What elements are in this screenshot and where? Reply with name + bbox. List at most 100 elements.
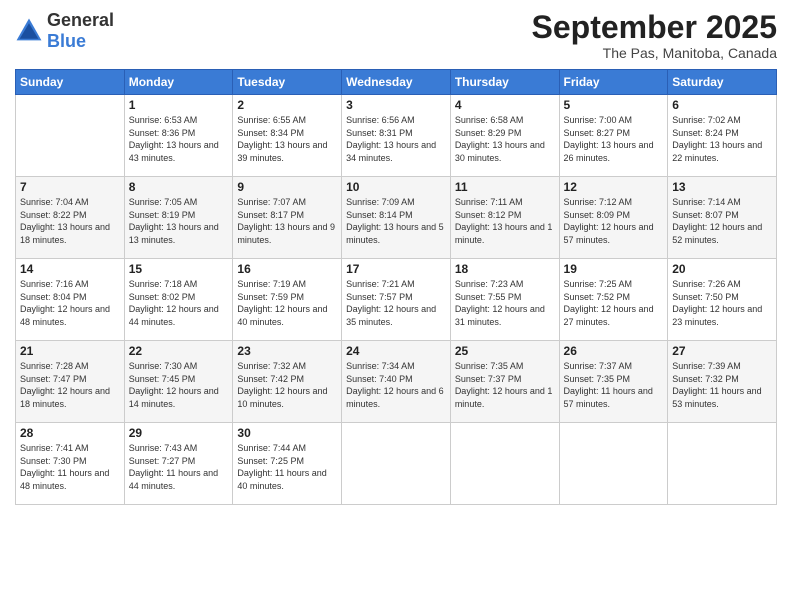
daylight-text: Daylight: 12 hours and 10 minutes. [237, 386, 327, 409]
sunset-text: Sunset: 7:37 PM [455, 374, 522, 384]
daylight-text: Daylight: 13 hours and 30 minutes. [455, 140, 545, 163]
day-number: 17 [346, 262, 446, 276]
sunset-text: Sunset: 8:19 PM [129, 210, 196, 220]
table-row: 27 Sunrise: 7:39 AM Sunset: 7:32 PM Dayl… [668, 341, 777, 423]
calendar-week-row: 14 Sunrise: 7:16 AM Sunset: 8:04 PM Dayl… [16, 259, 777, 341]
table-row: 26 Sunrise: 7:37 AM Sunset: 7:35 PM Dayl… [559, 341, 668, 423]
day-number: 29 [129, 426, 229, 440]
day-info: Sunrise: 7:23 AM Sunset: 7:55 PM Dayligh… [455, 278, 555, 328]
day-info: Sunrise: 7:28 AM Sunset: 7:47 PM Dayligh… [20, 360, 120, 410]
day-number: 16 [237, 262, 337, 276]
daylight-text: Daylight: 12 hours and 31 minutes. [455, 304, 545, 327]
sunset-text: Sunset: 7:27 PM [129, 456, 196, 466]
sunset-text: Sunset: 7:52 PM [564, 292, 631, 302]
daylight-text: Daylight: 11 hours and 44 minutes. [129, 468, 218, 491]
day-info: Sunrise: 7:44 AM Sunset: 7:25 PM Dayligh… [237, 442, 337, 492]
day-info: Sunrise: 7:04 AM Sunset: 8:22 PM Dayligh… [20, 196, 120, 246]
table-row: 30 Sunrise: 7:44 AM Sunset: 7:25 PM Dayl… [233, 423, 342, 505]
table-row: 11 Sunrise: 7:11 AM Sunset: 8:12 PM Dayl… [450, 177, 559, 259]
sunset-text: Sunset: 8:09 PM [564, 210, 631, 220]
col-saturday: Saturday [668, 70, 777, 95]
daylight-text: Daylight: 13 hours and 34 minutes. [346, 140, 436, 163]
table-row: 24 Sunrise: 7:34 AM Sunset: 7:40 PM Dayl… [342, 341, 451, 423]
calendar-header-row: Sunday Monday Tuesday Wednesday Thursday… [16, 70, 777, 95]
day-number: 1 [129, 98, 229, 112]
col-tuesday: Tuesday [233, 70, 342, 95]
daylight-text: Daylight: 13 hours and 18 minutes. [20, 222, 110, 245]
sunrise-text: Sunrise: 7:19 AM [237, 279, 306, 289]
day-info: Sunrise: 7:09 AM Sunset: 8:14 PM Dayligh… [346, 196, 446, 246]
col-sunday: Sunday [16, 70, 125, 95]
sunset-text: Sunset: 8:24 PM [672, 128, 739, 138]
table-row: 1 Sunrise: 6:53 AM Sunset: 8:36 PM Dayli… [124, 95, 233, 177]
day-info: Sunrise: 7:39 AM Sunset: 7:32 PM Dayligh… [672, 360, 772, 410]
sunrise-text: Sunrise: 7:18 AM [129, 279, 198, 289]
day-number: 9 [237, 180, 337, 194]
sunset-text: Sunset: 8:14 PM [346, 210, 413, 220]
table-row: 25 Sunrise: 7:35 AM Sunset: 7:37 PM Dayl… [450, 341, 559, 423]
sunset-text: Sunset: 7:57 PM [346, 292, 413, 302]
location-title: The Pas, Manitoba, Canada [532, 45, 777, 61]
calendar-week-row: 21 Sunrise: 7:28 AM Sunset: 7:47 PM Dayl… [16, 341, 777, 423]
day-info: Sunrise: 7:19 AM Sunset: 7:59 PM Dayligh… [237, 278, 337, 328]
sunrise-text: Sunrise: 7:43 AM [129, 443, 198, 453]
sunset-text: Sunset: 8:04 PM [20, 292, 87, 302]
month-title: September 2025 [532, 10, 777, 45]
day-number: 24 [346, 344, 446, 358]
table-row: 19 Sunrise: 7:25 AM Sunset: 7:52 PM Dayl… [559, 259, 668, 341]
calendar-week-row: 1 Sunrise: 6:53 AM Sunset: 8:36 PM Dayli… [16, 95, 777, 177]
daylight-text: Daylight: 11 hours and 57 minutes. [564, 386, 653, 409]
daylight-text: Daylight: 12 hours and 27 minutes. [564, 304, 654, 327]
day-number: 13 [672, 180, 772, 194]
day-number: 15 [129, 262, 229, 276]
title-block: September 2025 The Pas, Manitoba, Canada [532, 10, 777, 61]
daylight-text: Daylight: 12 hours and 1 minute. [455, 386, 553, 409]
day-info: Sunrise: 7:35 AM Sunset: 7:37 PM Dayligh… [455, 360, 555, 410]
sunrise-text: Sunrise: 7:05 AM [129, 197, 198, 207]
day-info: Sunrise: 7:05 AM Sunset: 8:19 PM Dayligh… [129, 196, 229, 246]
daylight-text: Daylight: 12 hours and 35 minutes. [346, 304, 436, 327]
table-row: 10 Sunrise: 7:09 AM Sunset: 8:14 PM Dayl… [342, 177, 451, 259]
sunrise-text: Sunrise: 6:56 AM [346, 115, 415, 125]
day-number: 7 [20, 180, 120, 194]
col-wednesday: Wednesday [342, 70, 451, 95]
table-row: 15 Sunrise: 7:18 AM Sunset: 8:02 PM Dayl… [124, 259, 233, 341]
day-number: 22 [129, 344, 229, 358]
day-info: Sunrise: 7:32 AM Sunset: 7:42 PM Dayligh… [237, 360, 337, 410]
sunset-text: Sunset: 7:25 PM [237, 456, 304, 466]
sunrise-text: Sunrise: 7:32 AM [237, 361, 306, 371]
table-row [342, 423, 451, 505]
col-thursday: Thursday [450, 70, 559, 95]
daylight-text: Daylight: 13 hours and 39 minutes. [237, 140, 327, 163]
table-row: 17 Sunrise: 7:21 AM Sunset: 7:57 PM Dayl… [342, 259, 451, 341]
sunrise-text: Sunrise: 7:16 AM [20, 279, 89, 289]
sunrise-text: Sunrise: 7:14 AM [672, 197, 741, 207]
table-row: 6 Sunrise: 7:02 AM Sunset: 8:24 PM Dayli… [668, 95, 777, 177]
sunset-text: Sunset: 8:34 PM [237, 128, 304, 138]
day-number: 14 [20, 262, 120, 276]
day-info: Sunrise: 6:56 AM Sunset: 8:31 PM Dayligh… [346, 114, 446, 164]
sunset-text: Sunset: 7:50 PM [672, 292, 739, 302]
daylight-text: Daylight: 12 hours and 6 minutes. [346, 386, 444, 409]
sunrise-text: Sunrise: 6:55 AM [237, 115, 306, 125]
daylight-text: Daylight: 13 hours and 22 minutes. [672, 140, 762, 163]
table-row: 20 Sunrise: 7:26 AM Sunset: 7:50 PM Dayl… [668, 259, 777, 341]
day-info: Sunrise: 7:25 AM Sunset: 7:52 PM Dayligh… [564, 278, 664, 328]
sunrise-text: Sunrise: 7:35 AM [455, 361, 524, 371]
day-info: Sunrise: 7:16 AM Sunset: 8:04 PM Dayligh… [20, 278, 120, 328]
sunset-text: Sunset: 8:12 PM [455, 210, 522, 220]
daylight-text: Daylight: 13 hours and 1 minute. [455, 222, 553, 245]
daylight-text: Daylight: 13 hours and 9 minutes. [237, 222, 335, 245]
day-info: Sunrise: 7:26 AM Sunset: 7:50 PM Dayligh… [672, 278, 772, 328]
table-row: 21 Sunrise: 7:28 AM Sunset: 7:47 PM Dayl… [16, 341, 125, 423]
table-row [450, 423, 559, 505]
daylight-text: Daylight: 12 hours and 44 minutes. [129, 304, 219, 327]
sunset-text: Sunset: 7:55 PM [455, 292, 522, 302]
day-number: 2 [237, 98, 337, 112]
sunset-text: Sunset: 8:29 PM [455, 128, 522, 138]
sunset-text: Sunset: 8:36 PM [129, 128, 196, 138]
day-info: Sunrise: 7:41 AM Sunset: 7:30 PM Dayligh… [20, 442, 120, 492]
day-info: Sunrise: 7:21 AM Sunset: 7:57 PM Dayligh… [346, 278, 446, 328]
day-number: 19 [564, 262, 664, 276]
table-row: 5 Sunrise: 7:00 AM Sunset: 8:27 PM Dayli… [559, 95, 668, 177]
